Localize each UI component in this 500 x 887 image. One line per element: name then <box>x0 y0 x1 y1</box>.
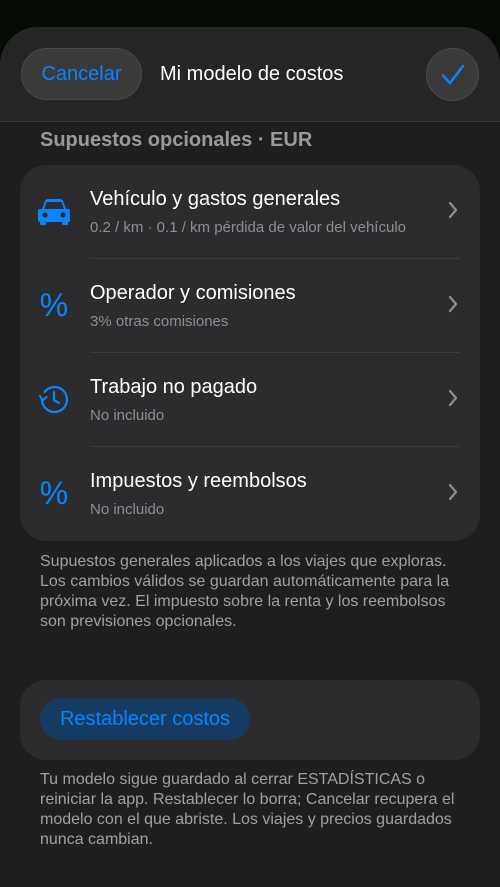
row-vehicle[interactable]: Vehículo y gastos generales 0.2 / km · 0… <box>20 165 480 259</box>
sheet-header: Cancelar Mi modelo de costos <box>0 27 500 122</box>
reset-card: Restablecer costos <box>20 680 480 760</box>
row-detail: 3% otras comisiones <box>90 313 229 330</box>
row-detail: No incluido <box>90 501 165 518</box>
cost-model-sheet: Cancelar Mi modelo de costos Supuestos o… <box>0 27 500 887</box>
chevron-right-icon <box>448 483 458 501</box>
reset-footnote: Tu modelo sigue guardado al cerrar ESTAD… <box>40 771 455 848</box>
row-label: Impuestos y reembolsos <box>90 470 307 492</box>
section-title: Supuestos opcionales · EUR <box>40 129 313 151</box>
row-label: Vehículo y gastos generales <box>90 188 341 210</box>
checkmark-icon <box>441 64 464 84</box>
reset-costs-button[interactable]: Restablecer costos <box>40 698 250 740</box>
cancel-button[interactable]: Cancelar <box>21 48 142 100</box>
row-detail: 0.2 / km · 0.1 / km pérdida de valor del… <box>90 219 406 236</box>
row-taxes[interactable]: % Impuestos y reembolsos No incluido <box>20 447 480 541</box>
percent-icon: % <box>39 287 69 323</box>
percent-icon: % <box>39 475 69 511</box>
row-operator[interactable]: % Operador y comisiones 3% otras comisio… <box>20 259 480 353</box>
chevron-right-icon <box>448 295 458 313</box>
row-detail: No incluido <box>90 407 165 424</box>
confirm-button[interactable] <box>426 48 479 101</box>
chevron-right-icon <box>448 201 458 219</box>
assumptions-card: Vehículo y gastos generales 0.2 / km · 0… <box>20 165 480 541</box>
row-label: Operador y comisiones <box>90 282 296 304</box>
clock-history-icon <box>36 381 72 417</box>
page-title: Mi modelo de costos <box>160 63 344 85</box>
chevron-right-icon <box>448 389 458 407</box>
car-icon <box>36 193 72 229</box>
assumptions-footnote: Supuestos generales aplicados a los viaj… <box>40 553 450 630</box>
row-label: Trabajo no pagado <box>90 376 258 398</box>
row-unpaid-work[interactable]: Trabajo no pagado No incluido <box>20 353 480 447</box>
